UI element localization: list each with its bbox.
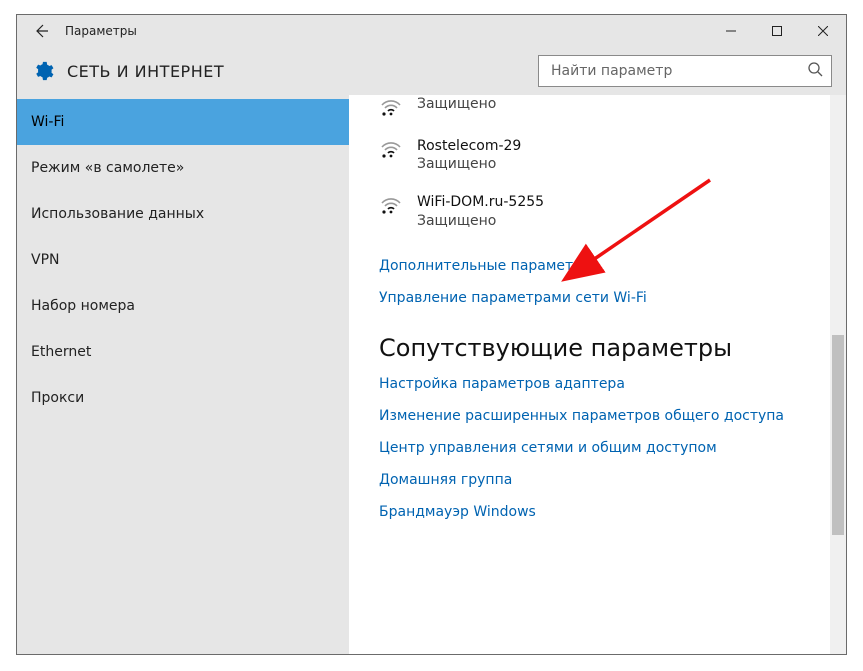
sidebar-item-wifi[interactable]: Wi-Fi: [17, 99, 349, 145]
related-settings-heading: Сопутствующие параметры: [379, 334, 816, 362]
settings-window: Параметры СЕТЬ И ИНТЕРНЕТ: [16, 14, 847, 655]
scrollbar[interactable]: [830, 95, 846, 654]
content: Защищено Rostelecom-29: [349, 95, 830, 654]
close-icon: [818, 26, 828, 36]
wifi-secure-icon: [379, 97, 403, 117]
sidebar-item-vpn[interactable]: VPN: [17, 237, 349, 283]
link-homegroup[interactable]: Домашняя группа: [379, 472, 816, 488]
wifi-network-item[interactable]: Rostelecom-29 Защищено: [379, 129, 816, 185]
wifi-status: Защищено: [417, 212, 544, 230]
titlebar: Параметры: [17, 15, 846, 47]
sidebar: Wi-Fi Режим «в самолете» Использование д…: [17, 95, 349, 654]
wifi-secure-icon: [379, 195, 403, 215]
wifi-network-item[interactable]: WiFi-DOM.ru-5255 Защищено: [379, 185, 816, 241]
sidebar-item-label: VPN: [31, 252, 60, 268]
link-manage-wifi[interactable]: Управление параметрами сети Wi-Fi: [379, 290, 816, 306]
sidebar-item-label: Прокси: [31, 390, 84, 406]
main-area: Wi-Fi Режим «в самолете» Использование д…: [17, 95, 846, 654]
sidebar-item-label: Ethernet: [31, 344, 91, 360]
sidebar-item-dialup[interactable]: Набор номера: [17, 283, 349, 329]
minimize-button[interactable]: [708, 15, 754, 47]
header-row: СЕТЬ И ИНТЕРНЕТ: [17, 47, 846, 95]
sidebar-item-proxy[interactable]: Прокси: [17, 375, 349, 421]
wifi-status: Защищено: [417, 95, 496, 113]
section-title: СЕТЬ И ИНТЕРНЕТ: [67, 62, 224, 81]
wifi-name: WiFi-DOM.ru-5255: [417, 193, 544, 211]
wifi-secure-icon: [379, 139, 403, 159]
close-button[interactable]: [800, 15, 846, 47]
wifi-network-item[interactable]: Защищено: [379, 95, 816, 129]
scroll-thumb[interactable]: [832, 335, 844, 535]
link-adapter-settings[interactable]: Настройка параметров адаптера: [379, 376, 816, 392]
link-firewall[interactable]: Брандмауэр Windows: [379, 504, 816, 520]
minimize-icon: [726, 26, 736, 36]
link-advanced-options[interactable]: Дополнительные параметры: [379, 258, 816, 274]
search-box[interactable]: [538, 55, 832, 87]
sidebar-item-ethernet[interactable]: Ethernet: [17, 329, 349, 375]
back-button[interactable]: [25, 15, 57, 47]
wifi-status: Защищено: [417, 155, 521, 173]
arrow-left-icon: [33, 23, 49, 39]
wifi-name: Rostelecom-29: [417, 137, 521, 155]
link-network-center[interactable]: Центр управления сетями и общим доступом: [379, 440, 816, 456]
sidebar-item-label: Режим «в самолете»: [31, 160, 184, 176]
search-icon: [807, 61, 823, 81]
window-controls: [708, 15, 846, 47]
sidebar-item-label: Wi-Fi: [31, 114, 64, 130]
search-input[interactable]: [549, 62, 807, 80]
maximize-icon: [772, 26, 782, 36]
sidebar-item-label: Набор номера: [31, 298, 135, 314]
sidebar-item-data-usage[interactable]: Использование данных: [17, 191, 349, 237]
sidebar-item-airplane-mode[interactable]: Режим «в самолете»: [17, 145, 349, 191]
settings-home-button[interactable]: [31, 59, 55, 83]
content-wrap: Защищено Rostelecom-29: [349, 95, 846, 654]
maximize-button[interactable]: [754, 15, 800, 47]
gear-icon: [32, 60, 54, 82]
link-advanced-sharing[interactable]: Изменение расширенных параметров общего …: [379, 408, 816, 424]
window-title: Параметры: [65, 24, 137, 38]
sidebar-item-label: Использование данных: [31, 206, 204, 222]
